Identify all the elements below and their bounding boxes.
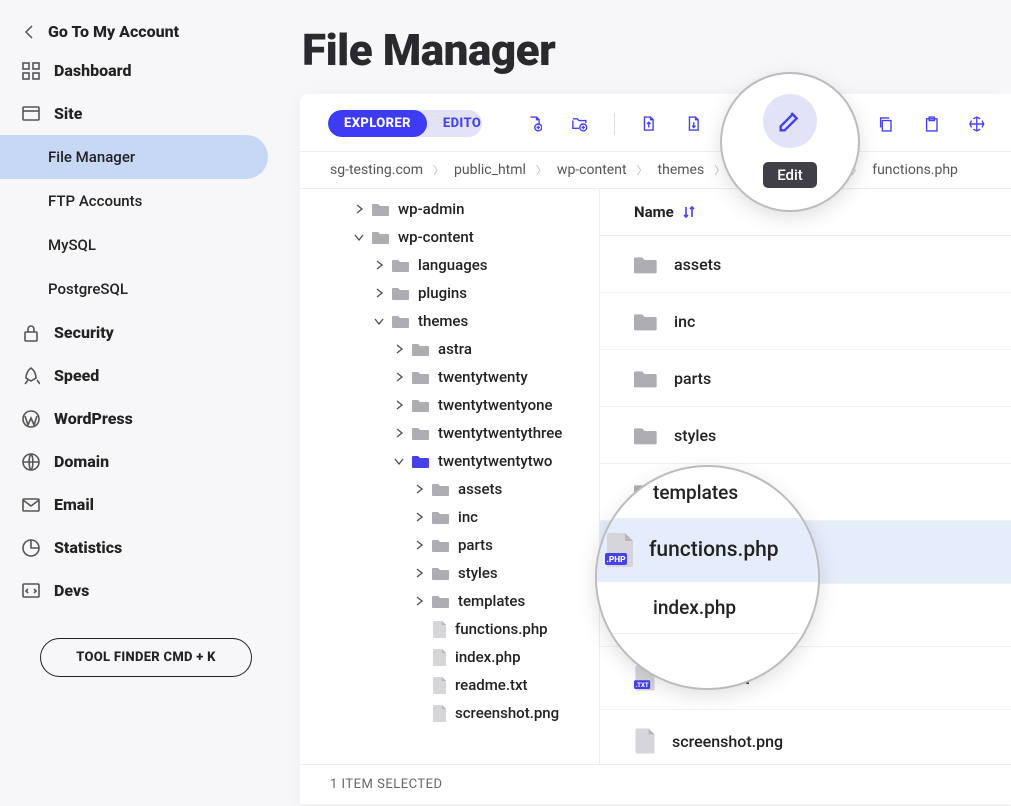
edit-callout: Edit — [720, 72, 860, 212]
nav-speed[interactable]: Speed — [0, 354, 280, 397]
explorer-editor-tabs: EXPLORER EDITOR — [328, 110, 482, 137]
tree-folder-twentytwentytwo[interactable]: twentytwentytwo — [300, 447, 599, 475]
tree-file-readme.txt[interactable]: readme.txt — [300, 671, 599, 699]
sidebar-item-ftp[interactable]: FTP Accounts — [0, 179, 280, 223]
file-row-assets[interactable]: assets — [600, 236, 1011, 293]
tree-file-screenshot.png[interactable]: screenshot.png — [300, 699, 599, 727]
file-row-callout: templates functions.php index.php — [595, 465, 820, 690]
crumb-2[interactable]: wp-content — [557, 162, 627, 178]
zoom-templates-row[interactable]: templates — [597, 467, 818, 519]
tree-folder-assets[interactable]: assets — [300, 475, 599, 503]
tree-folder-themes[interactable]: themes — [300, 307, 599, 335]
breadcrumb: sg-testing.com〉 public_html〉 wp-content〉… — [300, 152, 1011, 189]
edit-tooltip: Edit — [763, 162, 817, 188]
rocket-icon — [22, 367, 40, 385]
zoom-index-row[interactable]: index.php — [597, 582, 818, 634]
tree-folder-twentytwenty[interactable]: twentytwenty — [300, 363, 599, 391]
upload-file-icon[interactable] — [641, 115, 657, 133]
code-icon — [22, 582, 40, 600]
move-icon[interactable] — [969, 115, 985, 133]
download-file-icon[interactable] — [686, 115, 702, 133]
tree-folder-parts[interactable]: parts — [300, 531, 599, 559]
tool-finder-button[interactable]: TOOL FINDER CMD + K — [40, 638, 252, 677]
crumb-1[interactable]: public_html — [454, 162, 526, 178]
crumb-0[interactable]: sg-testing.com — [330, 162, 423, 178]
sort-icon[interactable] — [682, 205, 696, 219]
file-row-parts[interactable]: parts — [600, 350, 1011, 407]
tab-editor[interactable]: EDITOR — [427, 110, 482, 137]
sidebar-item-postgres[interactable]: PostgreSQL — [0, 267, 280, 311]
pencil-icon — [778, 109, 802, 133]
crumb-5[interactable]: functions.php — [872, 162, 958, 178]
tree-folder-wp-admin[interactable]: wp-admin — [300, 195, 599, 223]
toolbar: EXPLORER EDITOR — [300, 94, 1011, 152]
file-row-screenshot.png[interactable]: screenshot.png — [600, 710, 1011, 765]
copy-icon[interactable] — [878, 115, 894, 133]
new-folder-icon[interactable] — [572, 115, 588, 133]
folder-tree[interactable]: wp-adminwp-contentlanguagespluginsthemes… — [300, 189, 600, 765]
tree-file-functions.php[interactable]: functions.php — [300, 615, 599, 643]
pie-icon — [22, 539, 40, 557]
nav-devs[interactable]: Devs — [0, 569, 280, 612]
divider — [614, 113, 615, 135]
tree-folder-templates[interactable]: templates — [300, 587, 599, 615]
sidebar: Go To My Account Dashboard Site File Man… — [0, 0, 280, 806]
globe-icon — [22, 453, 40, 471]
wordpress-icon — [22, 410, 40, 428]
paste-icon[interactable] — [924, 115, 940, 133]
tab-explorer[interactable]: EXPLORER — [328, 110, 427, 137]
crumb-3[interactable]: themes — [658, 162, 705, 178]
php-file-icon — [605, 533, 635, 567]
tree-file-index.php[interactable]: index.php — [300, 643, 599, 671]
tree-folder-twentytwentyone[interactable]: twentytwentyone — [300, 391, 599, 419]
zoom-functions-row[interactable]: functions.php — [597, 519, 818, 582]
nav-security[interactable]: Security — [0, 311, 280, 354]
nav-email[interactable]: Email — [0, 483, 280, 526]
arrow-left-icon — [22, 24, 38, 40]
tree-folder-plugins[interactable]: plugins — [300, 279, 599, 307]
nav-dashboard[interactable]: Dashboard — [0, 49, 280, 92]
tree-folder-astra[interactable]: astra — [300, 335, 599, 363]
nav-statistics[interactable]: Statistics — [0, 526, 280, 569]
email-icon — [22, 496, 40, 514]
file-manager-panel: EXPLORER EDITOR sg-testing.com〉 public_h… — [300, 94, 1011, 804]
main: File Manager EXPLORER EDITOR sg-testing.… — [300, 0, 1011, 806]
tree-folder-wp-content[interactable]: wp-content — [300, 223, 599, 251]
new-file-icon[interactable] — [527, 115, 543, 133]
nav-domain[interactable]: Domain — [0, 440, 280, 483]
edit-button-zoom[interactable] — [763, 94, 817, 148]
tree-folder-languages[interactable]: languages — [300, 251, 599, 279]
lock-icon — [22, 324, 40, 342]
sidebar-item-file-manager[interactable]: File Manager — [0, 135, 268, 179]
page-title: File Manager — [300, 0, 1011, 94]
file-row-inc[interactable]: inc — [600, 293, 1011, 350]
col-name: Name — [634, 203, 674, 221]
dashboard-icon — [22, 62, 40, 80]
back-label: Go To My Account — [48, 22, 179, 41]
file-row-styles[interactable]: styles — [600, 407, 1011, 464]
tree-folder-twentytwentythree[interactable]: twentytwentythree — [300, 419, 599, 447]
nav-wordpress[interactable]: WordPress — [0, 397, 280, 440]
nav-site[interactable]: Site — [0, 92, 280, 135]
back-to-account[interactable]: Go To My Account — [0, 14, 280, 49]
site-icon — [22, 105, 40, 123]
sidebar-item-mysql[interactable]: MySQL — [0, 223, 280, 267]
tree-folder-inc[interactable]: inc — [300, 503, 599, 531]
tree-folder-styles[interactable]: styles — [300, 559, 599, 587]
status-bar: 1 ITEM SELECTED — [300, 764, 1011, 804]
